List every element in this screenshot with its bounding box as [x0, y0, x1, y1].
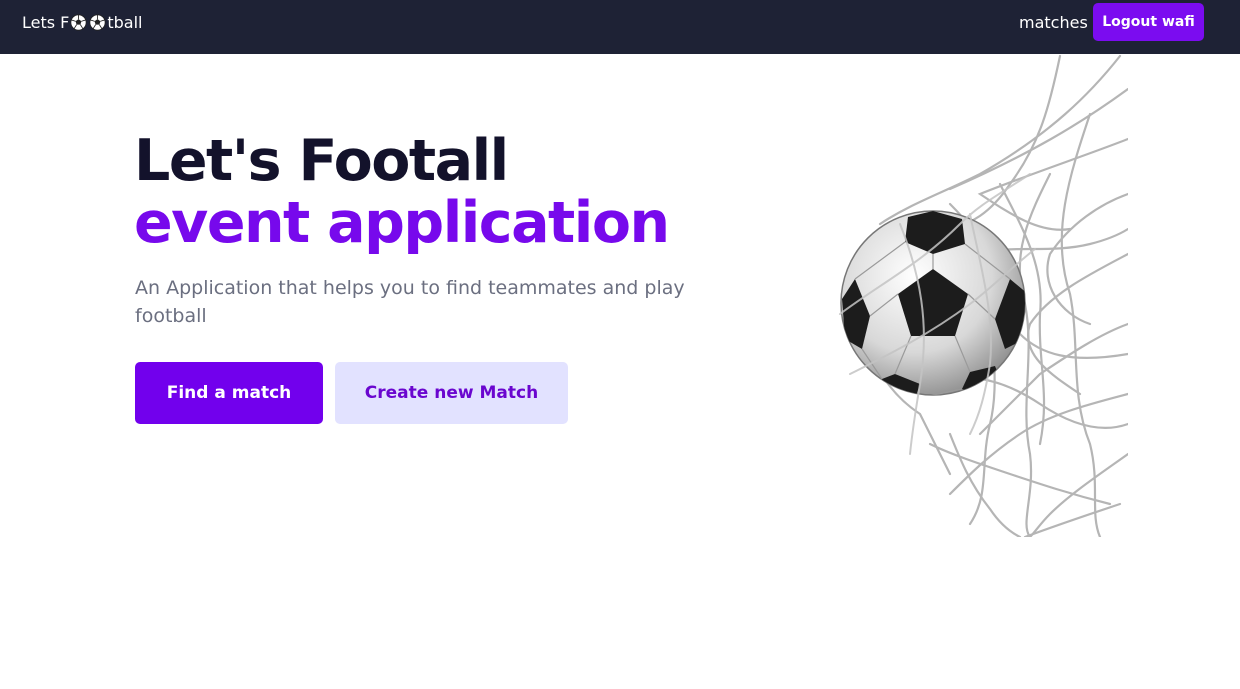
navbar: Lets F tball matches Logout wafi [0, 0, 1240, 54]
soccer-ball-icon [70, 14, 87, 31]
hero-title-line2: event application [134, 190, 670, 256]
create-match-button[interactable]: Create new Match [335, 362, 568, 424]
brand-text-suffix: tball [107, 13, 143, 32]
hero-title: Let's Footall event application [134, 128, 670, 256]
hero-title-line1: Let's Footall [134, 128, 509, 194]
brand-text-prefix: Lets F [22, 13, 70, 32]
matches-link[interactable]: matches [1019, 0, 1088, 45]
brand-logo[interactable]: Lets F tball [22, 0, 143, 45]
find-match-button[interactable]: Find a match [135, 362, 323, 424]
soccer-ball-icon [89, 14, 106, 31]
soccer-ball-net-image [839, 54, 1128, 537]
logout-button[interactable]: Logout wafi [1093, 3, 1204, 41]
hero-description: An Application that helps you to find te… [135, 277, 685, 327]
